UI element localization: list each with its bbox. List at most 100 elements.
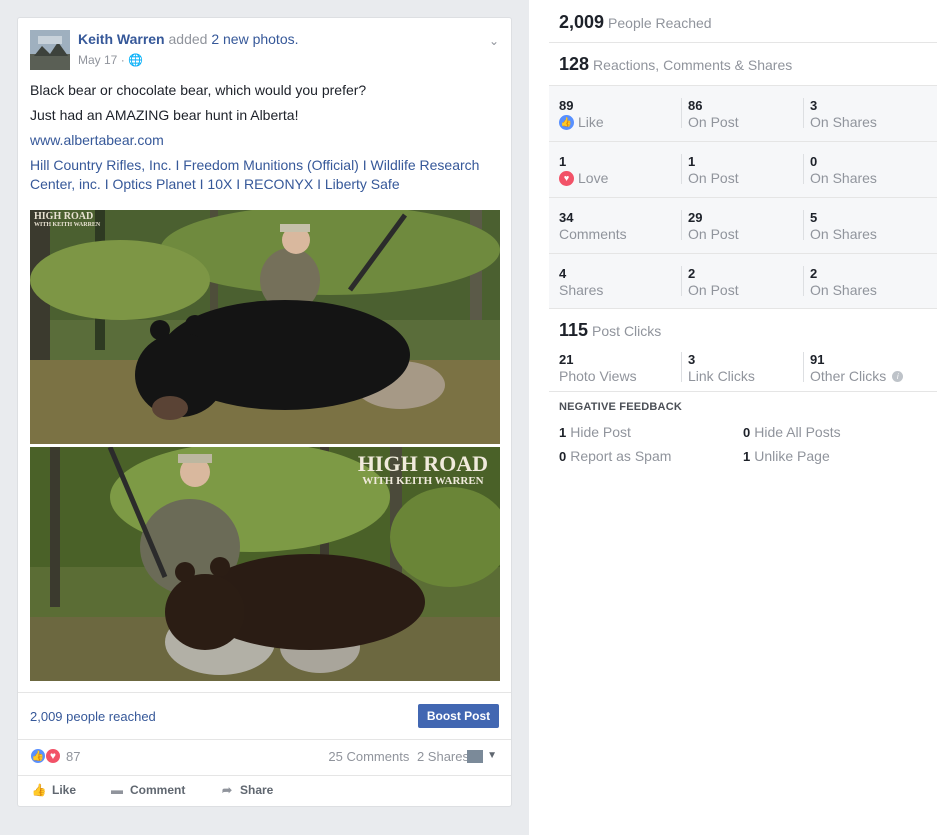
hide-all-posts-stat: 0 Hide All Posts — [743, 424, 841, 440]
neg-value: 0 — [559, 449, 567, 464]
post-meta: May 17 · 🌐 — [78, 53, 143, 67]
watermark-subtext-1: WITH KEITH WARREN — [34, 222, 101, 228]
post-clicks-label: Post Clicks — [592, 323, 662, 339]
photos-link[interactable]: 2 new photos. — [211, 31, 298, 47]
boost-post-button[interactable]: Boost Post — [418, 704, 499, 728]
love-icon: ♥ — [559, 170, 574, 186]
divider — [549, 391, 937, 392]
post-author-line: Keith Warren added 2 new photos. — [78, 31, 299, 47]
comments-count[interactable]: 25 Comments — [328, 749, 409, 764]
post-photo-2[interactable]: HIGH ROAD WITH KEITH WARREN — [30, 447, 500, 681]
hide-post-stat: 1 Hide Post — [559, 424, 631, 440]
post-url-link[interactable]: www.albertabear.com — [30, 131, 493, 150]
cell-value: 3 — [810, 98, 818, 113]
like-reaction-icon[interactable]: 👍 — [30, 748, 46, 764]
neg-label: Hide All Posts — [754, 424, 841, 440]
watermark-subtext-2: WITH KEITH WARREN — [362, 475, 484, 487]
comments-on-post-cell: 29 On Post — [688, 210, 808, 242]
page-avatar-thumb[interactable] — [467, 750, 483, 763]
engagement-stat: 128 Reactions, Comments & Shares — [559, 54, 792, 75]
cell-label: On Post — [688, 226, 739, 242]
column-separator — [681, 352, 682, 382]
cell-value: 91 — [810, 352, 825, 367]
cell-value: 86 — [688, 98, 703, 113]
people-reached-link[interactable]: 2,009 people reached — [30, 709, 156, 724]
post-text-line2: Just had an AMAZING bear hunt in Alberta… — [30, 107, 299, 123]
like-button[interactable]: 👍 Like — [32, 783, 76, 797]
cell-label: On Shares — [810, 114, 877, 130]
unlike-page-stat: 1 Unlike Page — [743, 448, 830, 464]
loves-cell: 1 ♥ Love — [559, 154, 679, 186]
likes-cell: 89 👍 Like — [559, 98, 679, 130]
cell-label: On Post — [688, 282, 739, 298]
share-button[interactable]: ➦ Share — [220, 783, 273, 797]
sponsor-links[interactable]: Hill Country Rifles, Inc. I Freedom Muni… — [30, 156, 493, 194]
neg-value: 0 — [743, 425, 751, 440]
like-icon: 👍 — [559, 114, 574, 130]
avatar-image — [30, 30, 70, 70]
people-reached-value: 2,009 — [559, 12, 605, 32]
post-actions: 👍 Like ▬ Comment ➦ Share — [30, 783, 499, 801]
reaction-count[interactable]: 87 — [66, 749, 80, 764]
post-date[interactable]: May 17 — [78, 53, 117, 67]
column-separator — [803, 210, 804, 240]
link-clicks-cell: 3 Link Clicks — [688, 352, 808, 384]
cell-value: 29 — [688, 210, 703, 225]
divider — [18, 692, 511, 693]
globe-icon: 🌐 — [128, 53, 143, 67]
author-name[interactable]: Keith Warren — [78, 31, 165, 47]
comments-cell: 34 Comments — [559, 210, 679, 242]
shares-cell: 4 Shares — [559, 266, 679, 298]
post-clicks-stat: 115 Post Clicks — [559, 320, 661, 341]
cell-label: On Post — [688, 114, 739, 130]
cell-value: 0 — [810, 154, 818, 169]
neg-label: Hide Post — [570, 424, 631, 440]
cell-value: 89 — [559, 98, 574, 113]
cell-value: 1 — [688, 154, 696, 169]
neg-label: Unlike Page — [754, 448, 830, 464]
column-separator — [803, 266, 804, 296]
loves-on-shares-cell: 0 On Shares — [810, 154, 930, 186]
divider — [549, 253, 937, 254]
photo-views-cell: 21 Photo Views — [559, 352, 679, 384]
cell-label: Shares — [559, 282, 604, 298]
cell-label: On Post — [688, 170, 739, 186]
share-label: Share — [240, 783, 274, 797]
negative-feedback-title: NEGATIVE FEEDBACK — [559, 401, 682, 413]
thumbs-up-icon: 👍 — [31, 783, 47, 797]
cell-label: Photo Views — [559, 368, 637, 384]
cell-label: On Shares — [810, 170, 877, 186]
post-header: Keith Warren added 2 new photos. May 17 … — [30, 30, 499, 74]
divider — [549, 308, 937, 309]
watermark-text-2: HIGH ROAD — [357, 451, 488, 476]
post-photo-1[interactable]: HIGH ROAD WITH KEITH WARREN — [30, 210, 500, 444]
cell-label: On Shares — [810, 282, 877, 298]
comments-on-shares-cell: 5 On Shares — [810, 210, 930, 242]
column-separator — [803, 352, 804, 382]
post-column: Keith Warren added 2 new photos. May 17 … — [0, 0, 529, 835]
cell-value: 4 — [559, 266, 567, 281]
shares-on-post-cell: 2 On Post — [688, 266, 808, 298]
cell-label: Love — [578, 170, 609, 186]
comment-icon: ▬ — [111, 783, 123, 797]
shares-count[interactable]: 2 Shares — [417, 749, 469, 764]
like-label: Like — [52, 783, 77, 797]
people-reached-stat: 2,009 People Reached — [559, 12, 712, 33]
info-icon[interactable]: i — [892, 370, 904, 382]
column-separator — [681, 266, 682, 296]
divider — [18, 739, 511, 740]
avatar[interactable] — [30, 30, 70, 70]
cell-value: 3 — [688, 352, 696, 367]
love-reaction-icon[interactable]: ♥ — [45, 748, 61, 764]
share-icon: ➦ — [221, 783, 233, 797]
caret-down-icon[interactable]: ▼ — [487, 750, 497, 761]
comments-shares: 25 Comments 2 Shares — [328, 749, 469, 764]
reactions-summary: 👍 ♥ 87 25 Comments 2 Shares ▼ — [30, 748, 499, 766]
cell-value: 34 — [559, 210, 574, 225]
comment-button[interactable]: ▬ Comment — [110, 783, 185, 797]
neg-value: 1 — [559, 425, 567, 440]
chevron-down-icon[interactable]: ⌄ — [489, 34, 499, 48]
meta-separator: · — [120, 53, 125, 67]
column-separator — [681, 154, 682, 184]
cell-label: On Shares — [810, 226, 877, 242]
